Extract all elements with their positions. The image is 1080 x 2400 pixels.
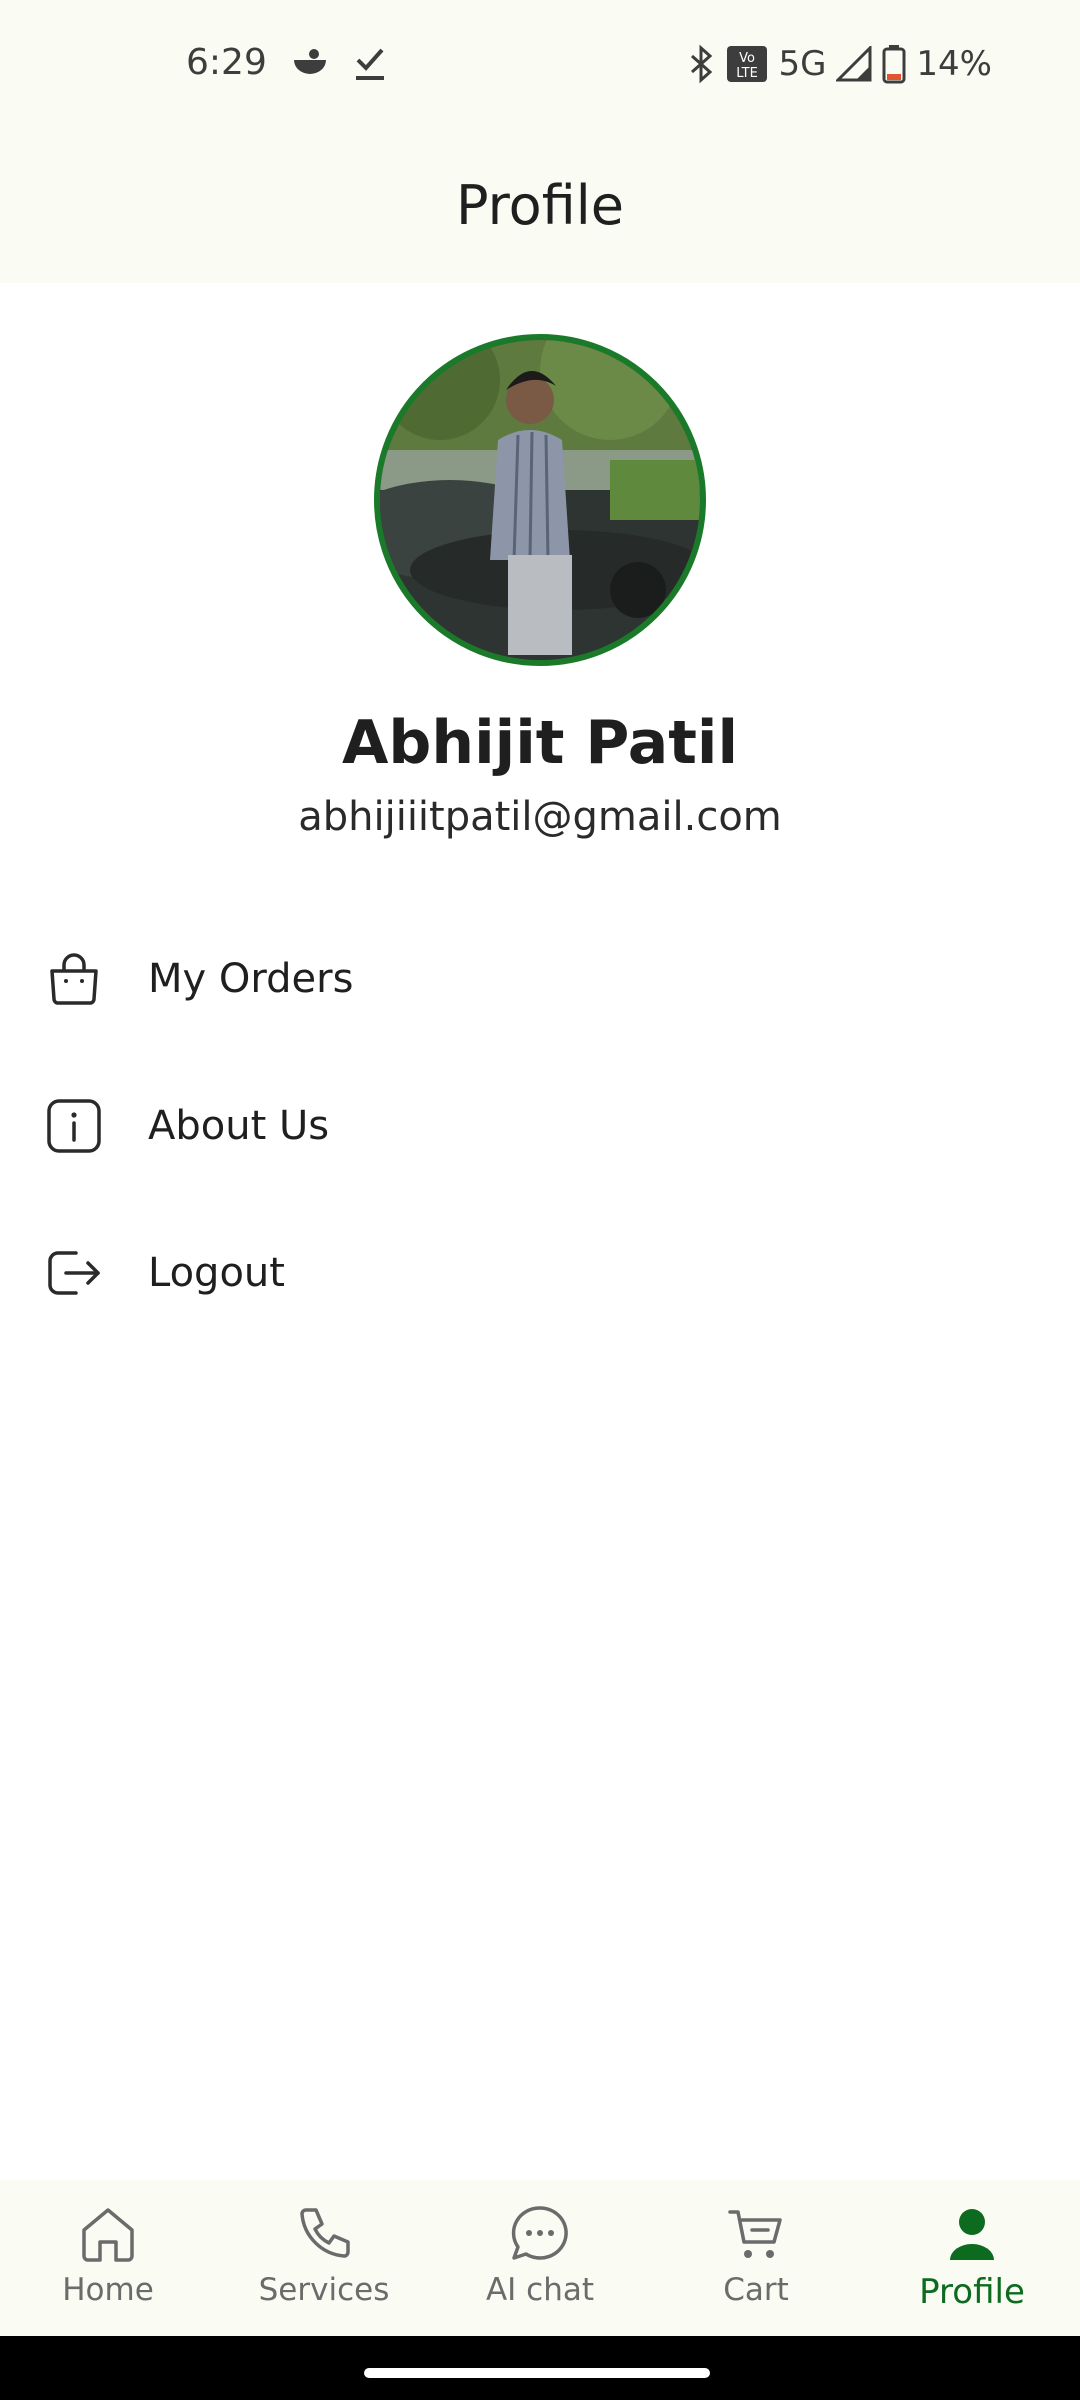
- info-icon: [47, 1099, 101, 1153]
- nav-label: AI chat: [485, 2272, 595, 2308]
- logout-icon: [48, 1251, 100, 1295]
- home-icon: [82, 2208, 134, 2262]
- battery-icon: [882, 45, 906, 84]
- avatar[interactable]: [374, 334, 706, 666]
- user-name: Abhijit Patil: [341, 708, 739, 778]
- nav-home[interactable]: Home: [0, 2180, 216, 2336]
- bluetooth-icon: [691, 44, 713, 84]
- profile-photo: [380, 340, 700, 660]
- profile-screen: 6:29 Vo LTE 5G 14% Profile Abhijit Patil…: [0, 0, 1080, 2400]
- nav-label: Profile: [919, 2272, 1025, 2312]
- menu-item-about-us[interactable]: About Us: [0, 1061, 1080, 1191]
- phone-icon: [300, 2208, 350, 2258]
- app-bar: Profile: [0, 140, 1080, 283]
- status-right: Vo LTE 5G 14%: [686, 42, 992, 86]
- nav-services[interactable]: Services: [216, 2180, 432, 2336]
- nav-cart[interactable]: Cart: [648, 2180, 864, 2336]
- nav-label: Cart: [723, 2272, 789, 2308]
- cart-icon: [728, 2210, 782, 2258]
- nav-profile[interactable]: Profile: [864, 2180, 1080, 2336]
- menu-item-logout[interactable]: Logout: [0, 1208, 1080, 1338]
- person-icon: [950, 2209, 994, 2260]
- chat-bubble-icon: [511, 2206, 568, 2260]
- nav-ai-chat[interactable]: AI chat: [432, 2180, 648, 2336]
- bottom-nav: Home Services AI chat Cart Profile: [0, 2180, 1080, 2336]
- menu-label: My Orders: [148, 956, 354, 1002]
- status-time: 6:29: [186, 42, 267, 83]
- user-email: abhijiiitpatil@gmail.com: [298, 794, 782, 840]
- menu-label: About Us: [148, 1103, 330, 1149]
- shopping-bag-icon: [50, 953, 98, 1005]
- svg-text:Vo: Vo: [740, 51, 756, 66]
- nav-label: Services: [258, 2272, 390, 2308]
- download-done-icon: [356, 48, 384, 80]
- signal-icon: [836, 46, 872, 82]
- page-title: Profile: [456, 174, 624, 237]
- menu-label: Logout: [148, 1250, 285, 1296]
- home-gesture-bar[interactable]: [364, 2368, 710, 2378]
- battery-percent: 14%: [916, 44, 992, 84]
- gesture-area: [0, 2336, 1080, 2400]
- app-notification-icon: [294, 49, 326, 74]
- svg-text:LTE: LTE: [737, 66, 759, 81]
- nav-label: Home: [62, 2272, 154, 2308]
- network-type: 5G: [778, 44, 827, 84]
- menu-item-my-orders[interactable]: My Orders: [0, 914, 1080, 1044]
- status-bar: 6:29 Vo LTE 5G 14%: [0, 0, 1080, 140]
- volte-icon: Vo LTE: [727, 46, 768, 82]
